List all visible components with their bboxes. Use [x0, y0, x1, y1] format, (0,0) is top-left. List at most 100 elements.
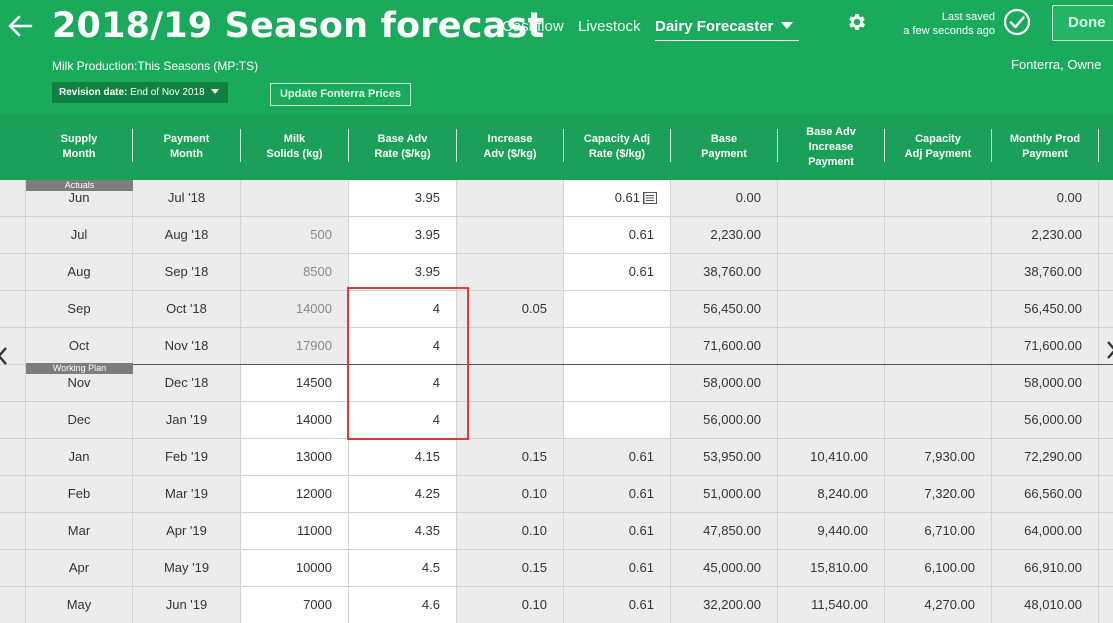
milk-solids-cell[interactable]: 14500 [241, 365, 349, 402]
table-row: Nov Dec '18 14500 4 58,000.00 58,000.00 [0, 365, 1113, 402]
base-adv-increase-payment-cell [778, 217, 885, 254]
increase-adv-cell [457, 180, 564, 217]
milk-solids-cell[interactable]: 17900 [241, 328, 349, 365]
table-row: Jan Feb '19 13000 4.15 0.15 0.61 53,950.00 10,4… [0, 439, 1113, 476]
update-fonterra-prices-button[interactable]: Update Fonterra Prices [270, 83, 411, 106]
base-payment-cell: 56,450.00 [671, 291, 778, 328]
monthly-prod-payment-cell: 56,000.00 [992, 402, 1099, 439]
base-adv-increase-payment-cell [778, 402, 885, 439]
base-adv-rate-cell[interactable]: 4 [349, 328, 457, 365]
done-button[interactable]: Done [1052, 5, 1113, 41]
base-adv-rate-cell[interactable]: 3.95 [349, 217, 457, 254]
base-adv-rate-cell[interactable]: 3.95 [349, 180, 457, 217]
base-payment-cell: 38,760.00 [671, 254, 778, 291]
milk-solids-cell[interactable]: 14000 [241, 402, 349, 439]
base-adv-rate-cell[interactable]: 4.35 [349, 513, 457, 550]
row-gutter [0, 587, 26, 623]
back-arrow-icon[interactable] [4, 10, 36, 42]
table-row: Jul Aug '18 500 3.95 0.61 2,230.00 2,230.00 [0, 217, 1113, 254]
capacity-adj-rate-cell[interactable] [564, 328, 671, 365]
table-row: Apr May '19 10000 4.5 0.15 0.61 45,000.00 15,81… [0, 550, 1113, 587]
row-tail [1099, 291, 1113, 328]
supply-month-cell: Apr [26, 550, 133, 587]
milk-solids-cell[interactable]: 500 [241, 217, 349, 254]
milk-solids-cell[interactable]: 7000 [241, 587, 349, 623]
increase-adv-cell [457, 402, 564, 439]
scroll-left-chevron-icon[interactable] [0, 346, 8, 366]
base-adv-rate-cell[interactable]: 4 [349, 365, 457, 402]
nav-livestock[interactable]: Livestock [578, 17, 641, 37]
base-adv-rate-cell[interactable]: 4 [349, 402, 457, 439]
milk-solids-cell[interactable]: 11000 [241, 513, 349, 550]
nav-cashflow[interactable]: Cashflow [502, 17, 564, 37]
increase-adv-cell: 0.10 [457, 513, 564, 550]
supply-month-cell: Aug [26, 254, 133, 291]
capacity-adj-rate-cell[interactable]: 0.61 [564, 254, 671, 291]
row-gutter [0, 254, 26, 291]
row-gutter [0, 217, 26, 254]
base-adv-increase-payment-cell [778, 365, 885, 402]
monthly-prod-payment-cell: 38,760.00 [992, 254, 1099, 291]
revision-date-dropdown[interactable]: Revision date: End of Nov 2018 [52, 82, 228, 103]
base-adv-increase-payment-cell [778, 291, 885, 328]
supply-month-cell: Jul [26, 217, 133, 254]
capacity-adj-rate-cell[interactable]: 0.61 [564, 217, 671, 254]
column-header-base-adv-increase-payment: Base Adv Increase Payment [806, 125, 856, 168]
page-subtitle: Milk Production:This Seasons (MP:TS) [52, 59, 259, 73]
column-header-payment-month: Payment Month [163, 133, 210, 160]
base-adv-rate-cell[interactable]: 4.15 [349, 439, 457, 476]
row-tail [1099, 365, 1113, 402]
payment-month-cell: Jul '18 [133, 180, 241, 217]
table-row: Dec Jan '19 14000 4 56,000.00 56,000.00 [0, 402, 1113, 439]
increase-adv-cell: 0.15 [457, 550, 564, 587]
row-tail [1099, 587, 1113, 623]
page-title: 2018/19 Season forecast [52, 6, 545, 46]
milk-solids-cell[interactable]: 10000 [241, 550, 349, 587]
milk-solids-cell[interactable]: 13000 [241, 439, 349, 476]
increase-adv-cell: 0.10 [457, 587, 564, 623]
base-adv-rate-cell[interactable]: 3.95 [349, 254, 457, 291]
table-header: Supply Month Payment Month Milk Solids (kg)… [0, 114, 1113, 180]
column-header-capacity-adj-rate: Capacity Adj Rate ($/kg) [583, 133, 651, 160]
base-adv-rate-cell[interactable]: 4.5 [349, 550, 457, 587]
milk-solids-cell[interactable]: 14000 [241, 291, 349, 328]
row-tail [1099, 217, 1113, 254]
comment-icon[interactable] [643, 192, 657, 204]
base-adv-increase-payment-cell [778, 328, 885, 365]
milk-solids-cell[interactable]: 12000 [241, 476, 349, 513]
column-header-capacity-adj-payment: Capacity Adj Payment [904, 133, 972, 160]
base-adv-rate-cell[interactable]: 4.25 [349, 476, 457, 513]
row-gutter [0, 513, 26, 550]
base-payment-cell: 58,000.00 [671, 365, 778, 402]
gear-icon[interactable] [846, 11, 868, 33]
milk-solids-cell[interactable]: 8500 [241, 254, 349, 291]
supply-month-cell: Oct [26, 328, 133, 365]
milk-solids-cell [241, 180, 349, 217]
row-tail [1099, 513, 1113, 550]
capacity-adj-rate-cell[interactable] [564, 365, 671, 402]
table-row: Oct Nov '18 17900 4 71,600.00 71,600.00 [0, 328, 1113, 365]
company-name: Fonterra, Owne [1011, 57, 1102, 72]
last-saved-status: Last saved a few seconds ago [903, 10, 995, 38]
scroll-right-chevron-icon[interactable] [1106, 340, 1113, 360]
row-gutter [0, 291, 26, 328]
capacity-adj-rate-cell: 0.61 [564, 476, 671, 513]
working-plan-section-tag: Working Plan [26, 363, 133, 374]
base-adv-rate-cell[interactable]: 4 [349, 291, 457, 328]
increase-adv-cell [457, 328, 564, 365]
supply-month-cell: Dec [26, 402, 133, 439]
base-adv-rate-cell[interactable]: 4.6 [349, 587, 457, 623]
capacity-adj-payment-cell [885, 402, 992, 439]
capacity-adj-rate-cell: 0.61 [564, 550, 671, 587]
monthly-prod-payment-cell: 2,230.00 [992, 217, 1099, 254]
table-row: Feb Mar '19 12000 4.25 0.10 0.61 51,000.00 8,24… [0, 476, 1113, 513]
payment-month-cell: Jan '19 [133, 402, 241, 439]
capacity-adj-rate-cell[interactable] [564, 291, 671, 328]
base-adv-increase-payment-cell: 8,240.00 [778, 476, 885, 513]
capacity-adj-payment-cell [885, 180, 992, 217]
column-header-increase-adv: Increase Adv ($/kg) [483, 133, 537, 160]
monthly-prod-payment-cell: 66,910.00 [992, 550, 1099, 587]
nav-dairy-forecaster-dropdown[interactable]: Dairy Forecaster [655, 17, 799, 41]
capacity-adj-rate-cell[interactable] [564, 402, 671, 439]
supply-month-cell: Jan [26, 439, 133, 476]
